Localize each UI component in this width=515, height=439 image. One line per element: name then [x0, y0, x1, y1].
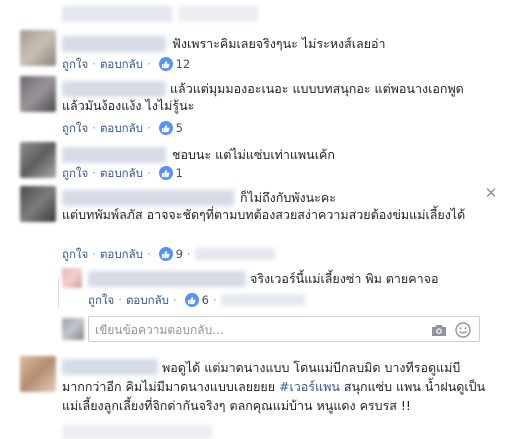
commenter-name-blurred[interactable] — [88, 271, 246, 287]
avatar[interactable] — [20, 356, 56, 392]
like-link[interactable]: ถูกใจ — [88, 292, 114, 308]
separator: · — [212, 293, 217, 307]
timestamp-blurred — [220, 294, 305, 306]
avatar[interactable] — [20, 186, 56, 222]
comment-actions: ถูกใจ · ตอบกลับ · 6 · — [88, 292, 305, 308]
comment-actions: ถูกใจ · ตอบกลับ · 1 — [62, 165, 183, 181]
comment-text: ก็ไม่ถึงกับพังนะคะ — [240, 190, 336, 205]
commenter-name-blurred[interactable] — [62, 147, 166, 163]
like-link[interactable]: ถูกใจ — [62, 246, 88, 262]
reply-link[interactable]: ตอบกลับ — [100, 120, 143, 136]
separator: · — [146, 166, 151, 180]
comment-actions: ถูกใจ · ตอบกลับ · 9 · — [62, 246, 275, 262]
timestamp-blurred — [194, 248, 275, 260]
avatar[interactable] — [20, 30, 56, 66]
like-count[interactable]: 1 — [176, 165, 183, 181]
comment-text: พอดูได้ แต่มาดนางแบบ โดนแม่บีกลบมิด บางท… — [62, 358, 487, 415]
separator: · — [92, 247, 96, 261]
thumbs-up-icon[interactable] — [184, 293, 199, 307]
hashtag-link[interactable]: #เวอร์แพน — [279, 379, 340, 394]
reply-input[interactable] — [95, 321, 415, 338]
reply-link[interactable]: ตอบกลับ — [126, 292, 169, 308]
like-link[interactable]: ถูกใจ — [62, 56, 88, 72]
commenter-name-blurred[interactable] — [62, 6, 172, 22]
avatar[interactable] — [62, 268, 82, 288]
separator: · — [172, 293, 177, 307]
commenter-name-blurred[interactable] — [62, 36, 166, 52]
thread-line — [58, 278, 59, 308]
smiley-icon[interactable] — [455, 322, 471, 338]
reply-link[interactable]: ตอบกลับ — [100, 165, 143, 181]
like-link[interactable]: ถูกใจ — [62, 165, 88, 181]
comment-text: แล้วแต่มุมมองอะเนอะ แบบบทสนุกอะ แต่พอนาง… — [62, 81, 464, 113]
thumbs-up-icon[interactable] — [158, 57, 173, 71]
comment-text: ฟังเพราะคิมเลยจริงๆนะ ไม่ระหงส์เลยอ่า — [172, 36, 386, 51]
reply-link[interactable]: ตอบกลับ — [100, 56, 143, 72]
comment-actions: ถูกใจ · ตอบกลับ · 12 — [62, 56, 190, 72]
reply-link[interactable]: ตอบกลับ — [100, 246, 143, 262]
thumbs-up-icon[interactable] — [158, 121, 173, 135]
separator: · — [92, 121, 96, 135]
thumbs-up-icon[interactable] — [158, 166, 173, 180]
separator: · — [92, 166, 96, 180]
separator: · — [118, 293, 122, 307]
like-count[interactable]: 12 — [176, 56, 191, 72]
like-link[interactable]: ถูกใจ — [62, 120, 88, 136]
comment-text: จริงเวอร์นี้แม่เลี้ยงซ่า พิม ตายคาจอ — [250, 271, 439, 286]
comment-text: แต่บทพัมพ์ลภัส อาจจะชัดๆที่ตามบทต้องสวยส… — [62, 207, 466, 222]
close-icon[interactable]: ✕ — [484, 186, 498, 201]
comment-actions-blurred — [62, 425, 212, 439]
thumbs-up-icon[interactable] — [158, 247, 173, 261]
separator: · — [92, 57, 96, 71]
separator: · — [146, 247, 151, 261]
avatar[interactable] — [20, 76, 56, 112]
comment-text: ชอบนะ แต่ไม่แซ่บเท่าแพนเค้ก — [172, 147, 335, 162]
avatar — [62, 318, 84, 340]
camera-icon[interactable] — [431, 323, 447, 337]
commenter-name-blurred[interactable] — [178, 6, 258, 22]
avatar[interactable] — [20, 142, 56, 178]
commenter-name-blurred[interactable] — [62, 190, 234, 206]
comment-actions: ถูกใจ · ตอบกลับ · 5 — [62, 120, 183, 136]
separator: · — [146, 121, 151, 135]
like-count[interactable]: 9 — [176, 246, 183, 262]
like-count[interactable]: 6 — [202, 292, 209, 308]
reply-box[interactable] — [88, 316, 480, 342]
like-count[interactable]: 5 — [176, 120, 183, 136]
separator: · — [146, 57, 151, 71]
separator: · — [186, 247, 191, 261]
